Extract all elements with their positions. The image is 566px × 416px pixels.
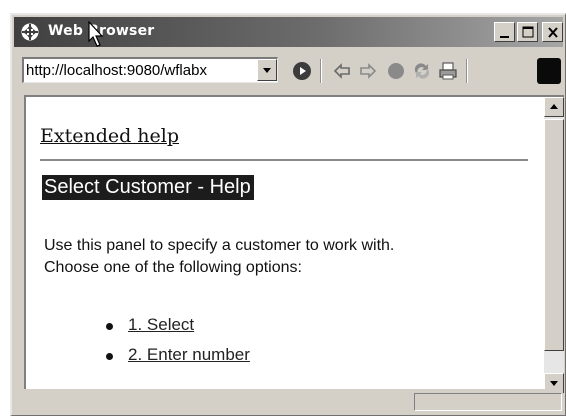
page-heading: Select Customer - Help: [42, 175, 254, 200]
toolbar: http://localhost:9080/wflabx: [14, 49, 563, 91]
status-bar: [14, 389, 563, 415]
stop-icon[interactable]: [386, 61, 406, 81]
busy-indicator-icon: [537, 58, 561, 84]
minimize-button[interactable]: [494, 22, 515, 42]
go-icon[interactable]: [292, 61, 312, 81]
chevron-up-icon: [550, 104, 558, 109]
paragraph-line: Choose one of the following options:: [44, 259, 302, 276]
chevron-down-icon: [263, 68, 271, 73]
url-field[interactable]: http://localhost:9080/wflabx: [22, 57, 278, 83]
maximize-button[interactable]: [517, 22, 538, 42]
vertical-scrollbar[interactable]: [544, 95, 564, 393]
maximize-icon: [522, 26, 534, 38]
url-text[interactable]: http://localhost:9080/wflabx: [26, 62, 242, 79]
horizontal-rule: [40, 159, 528, 161]
forward-icon[interactable]: [358, 61, 378, 81]
scroll-up-button[interactable]: [544, 97, 564, 117]
help-paragraph: Use this panel to specify a customer to …: [44, 235, 534, 279]
minimize-icon: [500, 36, 509, 38]
option-select-link[interactable]: 1. Select: [128, 315, 194, 335]
refresh-icon[interactable]: [412, 61, 432, 81]
extended-help-link[interactable]: Extended help: [40, 125, 179, 147]
bullet-icon: [106, 353, 113, 360]
option-enter-number-link[interactable]: 2. Enter number: [128, 345, 250, 365]
bullet-icon: [106, 323, 113, 330]
mouse-pointer-icon: [88, 21, 104, 47]
toolbar-separator: [320, 59, 322, 83]
print-icon[interactable]: [438, 61, 458, 81]
url-dropdown-button[interactable]: [257, 59, 277, 81]
browser-window: Web Browser http://localhost:9080/wflabx: [10, 13, 566, 416]
close-icon: [548, 27, 558, 38]
page-content: Extended help Select Customer - Help Use…: [24, 95, 544, 393]
toolbar-separator: [466, 59, 468, 83]
scroll-thumb[interactable]: [544, 119, 564, 351]
close-button[interactable]: [542, 22, 563, 42]
browser-globe-icon: [21, 23, 39, 41]
paragraph-line: Use this panel to specify a customer to …: [44, 237, 395, 254]
progress-indicator: [414, 393, 562, 411]
title-bar[interactable]: Web Browser: [14, 17, 563, 47]
back-icon[interactable]: [332, 61, 352, 81]
